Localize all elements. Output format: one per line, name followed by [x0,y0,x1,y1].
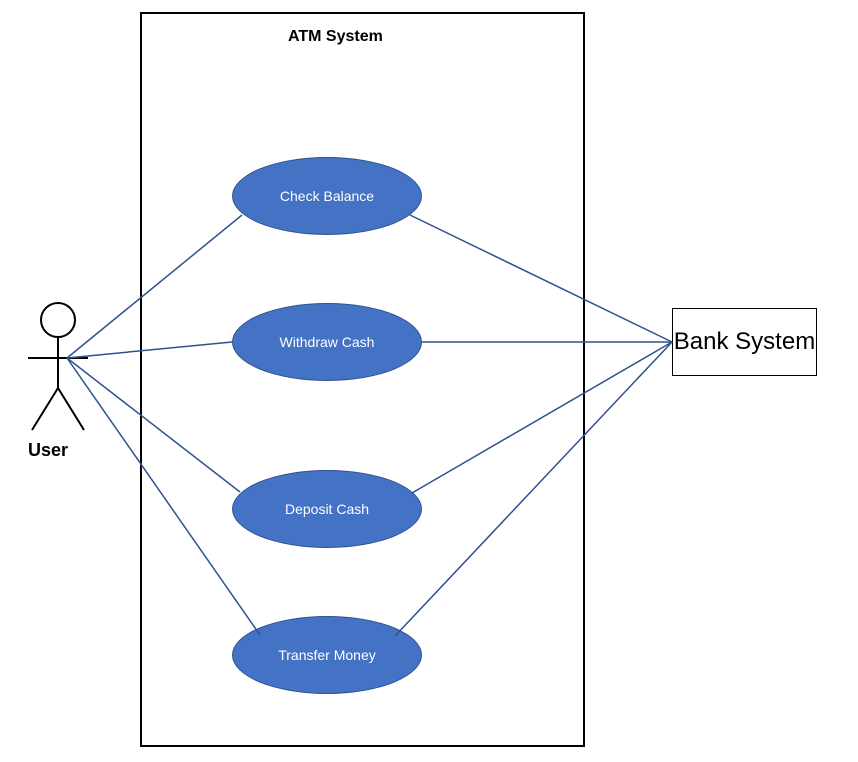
usecase-transfer-money: Transfer Money [232,616,422,694]
usecase-label: Check Balance [280,188,374,204]
bank-system-label: Bank System [674,328,815,356]
usecase-check-balance: Check Balance [232,157,422,235]
usecase-label: Withdraw Cash [280,334,375,350]
system-title: ATM System [288,28,383,46]
bank-system-actor: Bank System [672,308,817,376]
usecase-label: Deposit Cash [285,501,369,517]
user-actor-label: User [28,440,68,461]
usecase-label: Transfer Money [278,647,376,663]
user-actor-icon [18,300,98,440]
usecase-withdraw-cash: Withdraw Cash [232,303,422,381]
usecase-deposit-cash: Deposit Cash [232,470,422,548]
